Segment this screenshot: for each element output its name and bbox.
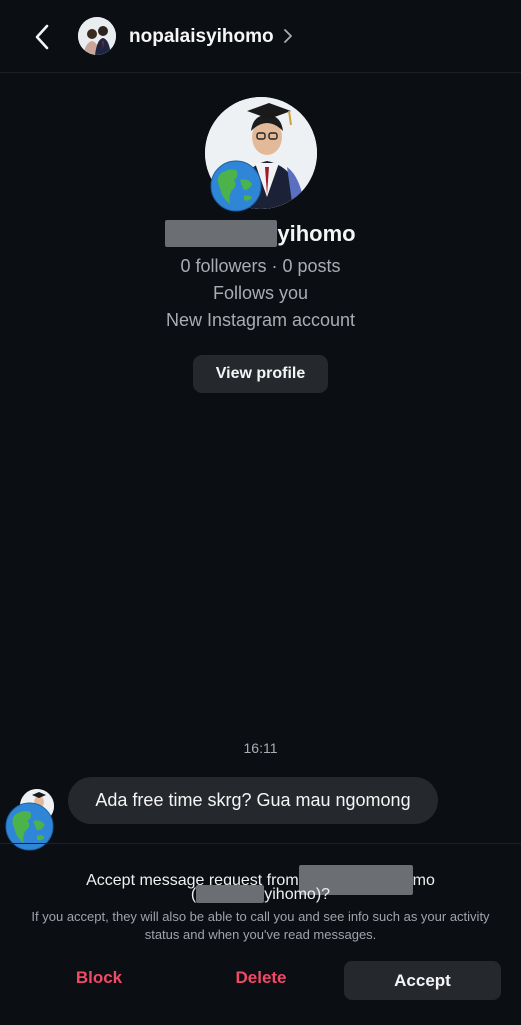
back-button[interactable] <box>30 22 58 52</box>
message-request-panel: Accept message request from mo (yihomo)? … <box>0 843 521 1025</box>
delete-button[interactable]: Delete <box>216 968 306 988</box>
message-bubble[interactable]: Ada free time skrg? Gua mau ngomong <box>68 777 438 824</box>
chat-header: nopalaisyihomo <box>0 0 521 73</box>
chevron-right-icon[interactable] <box>283 28 293 44</box>
block-button[interactable]: Block <box>54 968 144 988</box>
profile-name-text: yihomo <box>277 221 356 246</box>
redacted-text <box>165 219 278 247</box>
globe-icon <box>210 160 262 212</box>
account-note: New Instagram account <box>165 310 356 330</box>
chevron-left-icon <box>35 24 49 50</box>
profile-stats: 0 followers · 0 posts <box>180 256 341 276</box>
request-description: If you accept, they will also be able to… <box>31 909 490 942</box>
header-avatar[interactable] <box>78 17 116 55</box>
view-profile-button[interactable]: View profile <box>193 355 328 393</box>
redacted-text <box>196 885 265 903</box>
request-handle-suffix: yihomo)? <box>264 886 331 904</box>
header-username[interactable]: nopalaisyihomo <box>129 26 274 48</box>
follows-status: Follows you <box>212 283 309 303</box>
accept-button[interactable]: Accept <box>344 961 501 1000</box>
message-timestamp: 16:11 <box>243 740 278 756</box>
profile-name: yihomo <box>0 219 521 249</box>
request-prompt-handle: (yihomo)? <box>0 885 521 904</box>
